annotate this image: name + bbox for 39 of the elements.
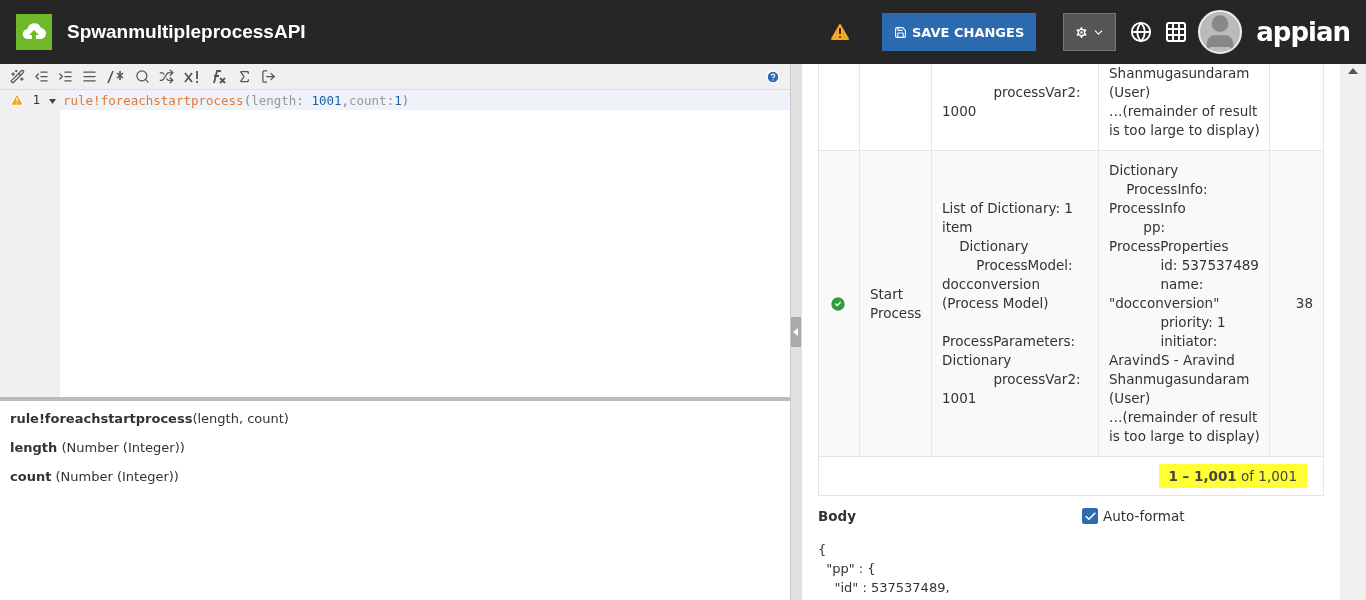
help-text: length (Number (Integer)) (10, 440, 186, 455)
indent-icon[interactable] (58, 69, 73, 84)
warning-icon (10, 93, 24, 107)
parameters-text: processVar2: 1000 (942, 83, 1081, 121)
fx-icon[interactable] (210, 69, 228, 84)
settings-button[interactable] (1063, 13, 1117, 51)
wand-icon[interactable] (10, 69, 25, 84)
user-avatar[interactable] (1198, 10, 1243, 54)
settings-icon (1074, 24, 1090, 40)
brand-logo: appian (1256, 17, 1350, 47)
outdent-icon[interactable] (34, 69, 49, 84)
scroll-up-icon[interactable] (1348, 68, 1358, 74)
help-icon[interactable] (766, 69, 780, 84)
save-changes-button[interactable]: SAVE CHANGES (881, 13, 1037, 51)
time-value: 38 (1295, 294, 1313, 313)
result-text: Shanmugasundaram (User) …(remainder of result is too large to display) (1109, 64, 1260, 140)
auto-format-checkbox[interactable] (1082, 508, 1098, 524)
search-icon[interactable] (135, 69, 150, 84)
lines-icon[interactable] (82, 69, 97, 84)
app-title: SpwanmultipleprocessAPI (67, 21, 307, 43)
parameters-text: List of Dictionary: 1 item Dictionary ProcessModel: docconversion (Process Model) ProcessParameters: Dictionary processVar2: 1001 (942, 199, 1081, 408)
cloud-upload-logo (16, 14, 52, 50)
help-text: rule!foreachstartprocess(length, count) (10, 411, 290, 426)
line-number: 1 (32, 93, 41, 107)
result-text: Dictionary ProcessInfo: ProcessInfo pp: ProcessProperties id: 537537489 name: "docconversion" priority: 1 initiator: AravindS - Aravind Shanmugasundaram (User) …(remainder of result is too large to display) (1109, 161, 1260, 446)
pager-text: 1 – 1,001 of 1,001 (1158, 464, 1307, 488)
auto-format-label: Auto-format (1103, 508, 1185, 524)
body-label: Body (818, 508, 858, 524)
collapse-handle[interactable] (791, 317, 801, 347)
step-name: Start Process (870, 284, 922, 323)
x-bang-icon[interactable] (183, 69, 201, 84)
help-text: count (Number (Integer)) (10, 469, 180, 484)
save-icon (893, 25, 907, 39)
apps-grid-icon[interactable] (1164, 20, 1189, 44)
fold-caret-icon[interactable] (49, 99, 56, 104)
exit-icon[interactable] (261, 69, 276, 84)
comment-icon[interactable] (106, 69, 126, 84)
shuffle-icon[interactable] (159, 69, 174, 84)
body-code: { "pp" : { "id" : 537537489, (818, 541, 951, 597)
